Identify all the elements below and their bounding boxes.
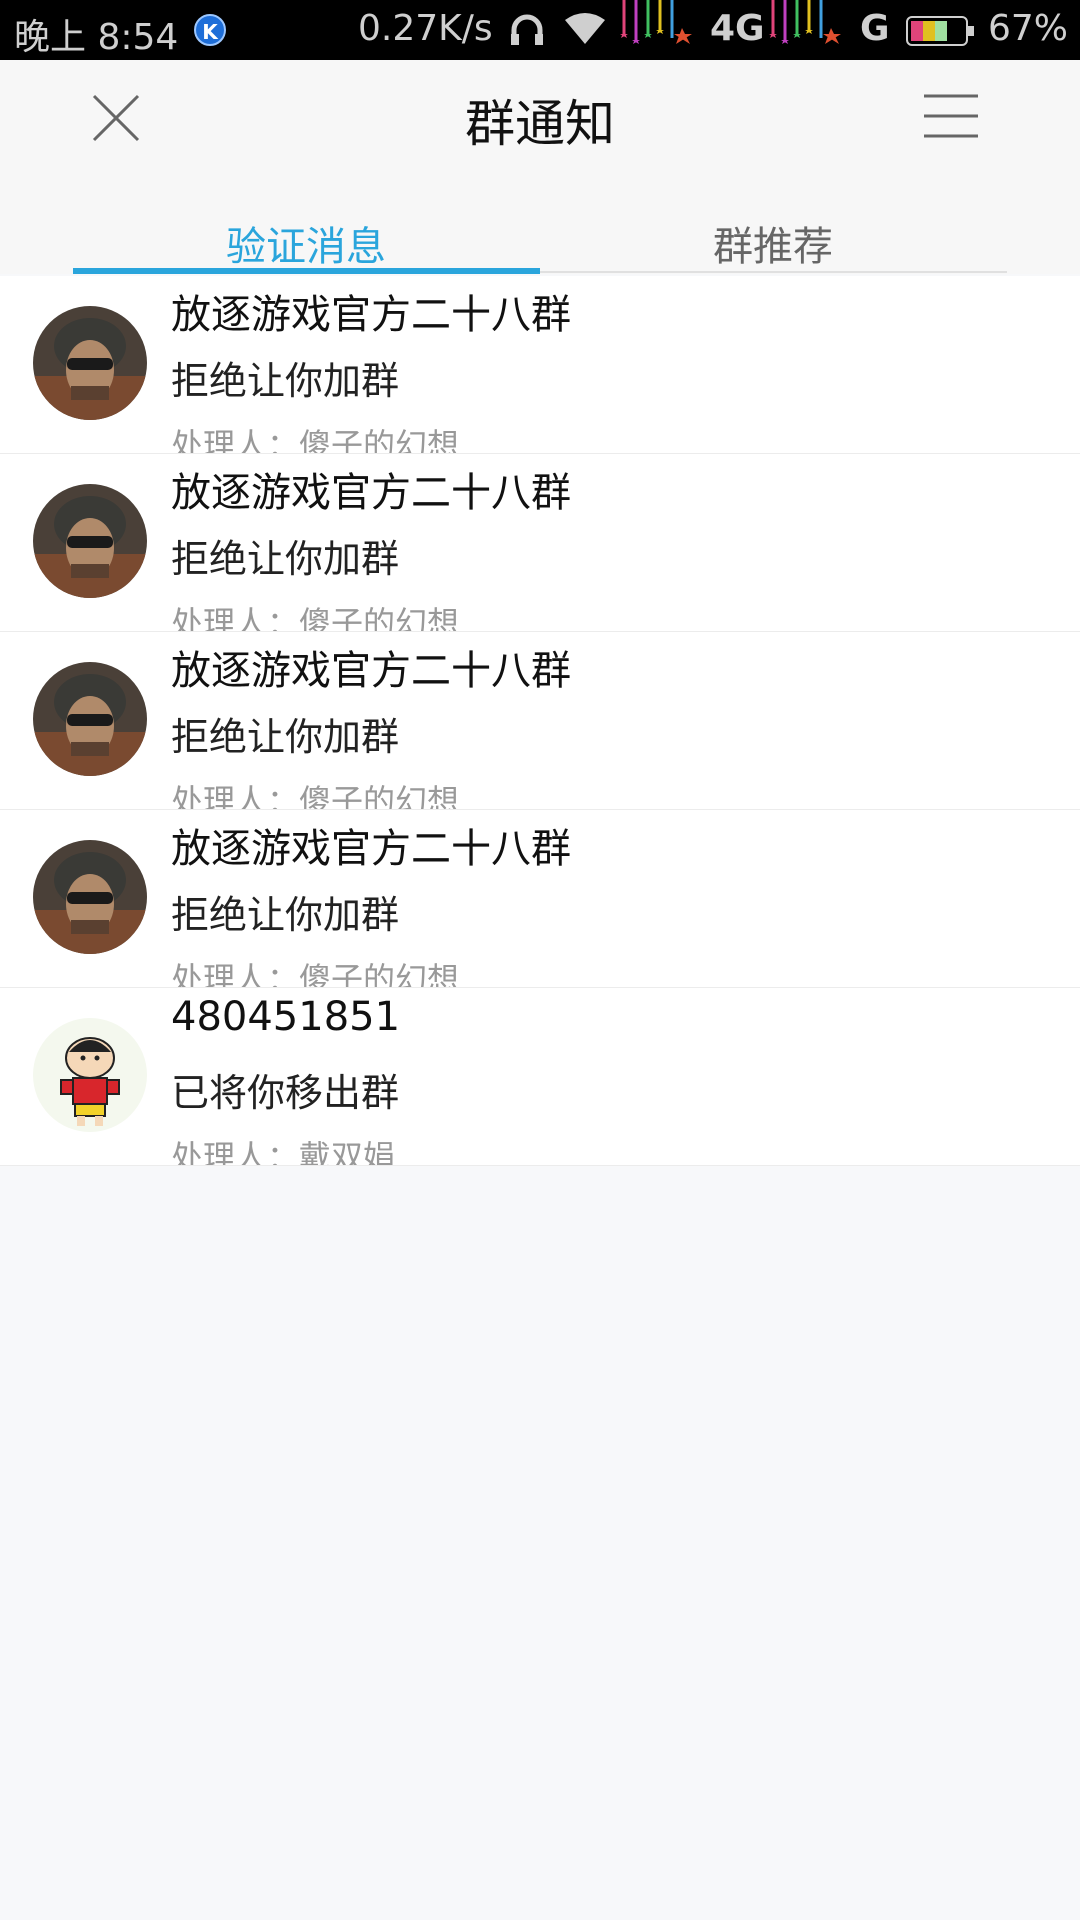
notification-item[interactable]: 放逐游戏官方二十八群 拒绝让你加群 处理人：傻子的幻想	[0, 276, 1080, 454]
menu-button[interactable]	[922, 92, 980, 140]
notification-handler: 处理人：傻子的幻想	[171, 960, 460, 988]
notification-handler: 处理人：戴双娟	[171, 1138, 396, 1166]
cartoon-boy-avatar-icon	[33, 1018, 147, 1132]
notification-title: 480451851	[171, 994, 401, 1040]
notification-handler: 处理人：傻子的幻想	[171, 782, 460, 810]
battery-percent: 67%	[988, 8, 1069, 49]
notification-title: 放逐游戏官方二十八群	[171, 826, 571, 872]
signal-stars-icon	[769, 0, 841, 44]
tab-bar: 验证消息 群推荐	[0, 174, 1080, 274]
group-avatar	[33, 306, 147, 420]
active-tab-indicator	[73, 268, 540, 274]
tab-group-recommendations[interactable]: 群推荐	[540, 214, 1006, 272]
notification-item[interactable]: 放逐游戏官方二十八群 拒绝让你加群 处理人：傻子的幻想	[0, 454, 1080, 632]
notification-message: 拒绝让你加群	[171, 715, 400, 759]
battery-icon	[906, 16, 974, 46]
group-avatar	[33, 662, 147, 776]
status-bar: 晚上 8:54 K 0.27K/s 4G G 67%	[0, 0, 1080, 60]
headset-icon	[511, 14, 543, 45]
group-avatar	[33, 840, 147, 954]
app-header: 群通知	[0, 60, 1080, 174]
notification-item[interactable]: 放逐游戏官方二十八群 拒绝让你加群 处理人：傻子的幻想	[0, 810, 1080, 988]
tab-verification-messages[interactable]: 验证消息	[73, 214, 539, 272]
signal-stars-icon	[620, 0, 692, 44]
soldier-avatar-icon	[33, 840, 147, 954]
notification-list: 放逐游戏官方二十八群 拒绝让你加群 处理人：傻子的幻想 放逐游戏官方二十八群 拒…	[0, 276, 1080, 1166]
notification-title: 放逐游戏官方二十八群	[171, 648, 571, 694]
network-speed: 0.27K/s	[358, 8, 493, 49]
wifi-icon	[565, 13, 605, 44]
notification-message: 拒绝让你加群	[171, 893, 400, 937]
notification-handler: 处理人：傻子的幻想	[171, 426, 460, 454]
network-type-g: G	[860, 8, 890, 49]
soldier-avatar-icon	[33, 306, 147, 420]
network-type-4g: 4G	[710, 8, 765, 49]
k-app-icon: K	[194, 14, 226, 46]
page-title: 群通知	[465, 95, 615, 153]
menu-icon	[924, 94, 978, 138]
user-avatar	[33, 1018, 147, 1132]
notification-message: 拒绝让你加群	[171, 359, 400, 403]
tab-divider	[540, 271, 1007, 273]
group-avatar	[33, 484, 147, 598]
notification-message: 已将你移出群	[171, 1071, 400, 1115]
soldier-avatar-icon	[33, 662, 147, 776]
notification-title: 放逐游戏官方二十八群	[171, 292, 571, 338]
notification-handler: 处理人：傻子的幻想	[171, 604, 460, 632]
notification-item[interactable]: 放逐游戏官方二十八群 拒绝让你加群 处理人：傻子的幻想	[0, 632, 1080, 810]
notification-title: 放逐游戏官方二十八群	[171, 470, 571, 516]
notification-message: 拒绝让你加群	[171, 537, 400, 581]
status-time: 晚上 8:54	[14, 17, 179, 58]
notification-item[interactable]: 480451851 已将你移出群 处理人：戴双娟	[0, 988, 1080, 1166]
soldier-avatar-icon	[33, 484, 147, 598]
